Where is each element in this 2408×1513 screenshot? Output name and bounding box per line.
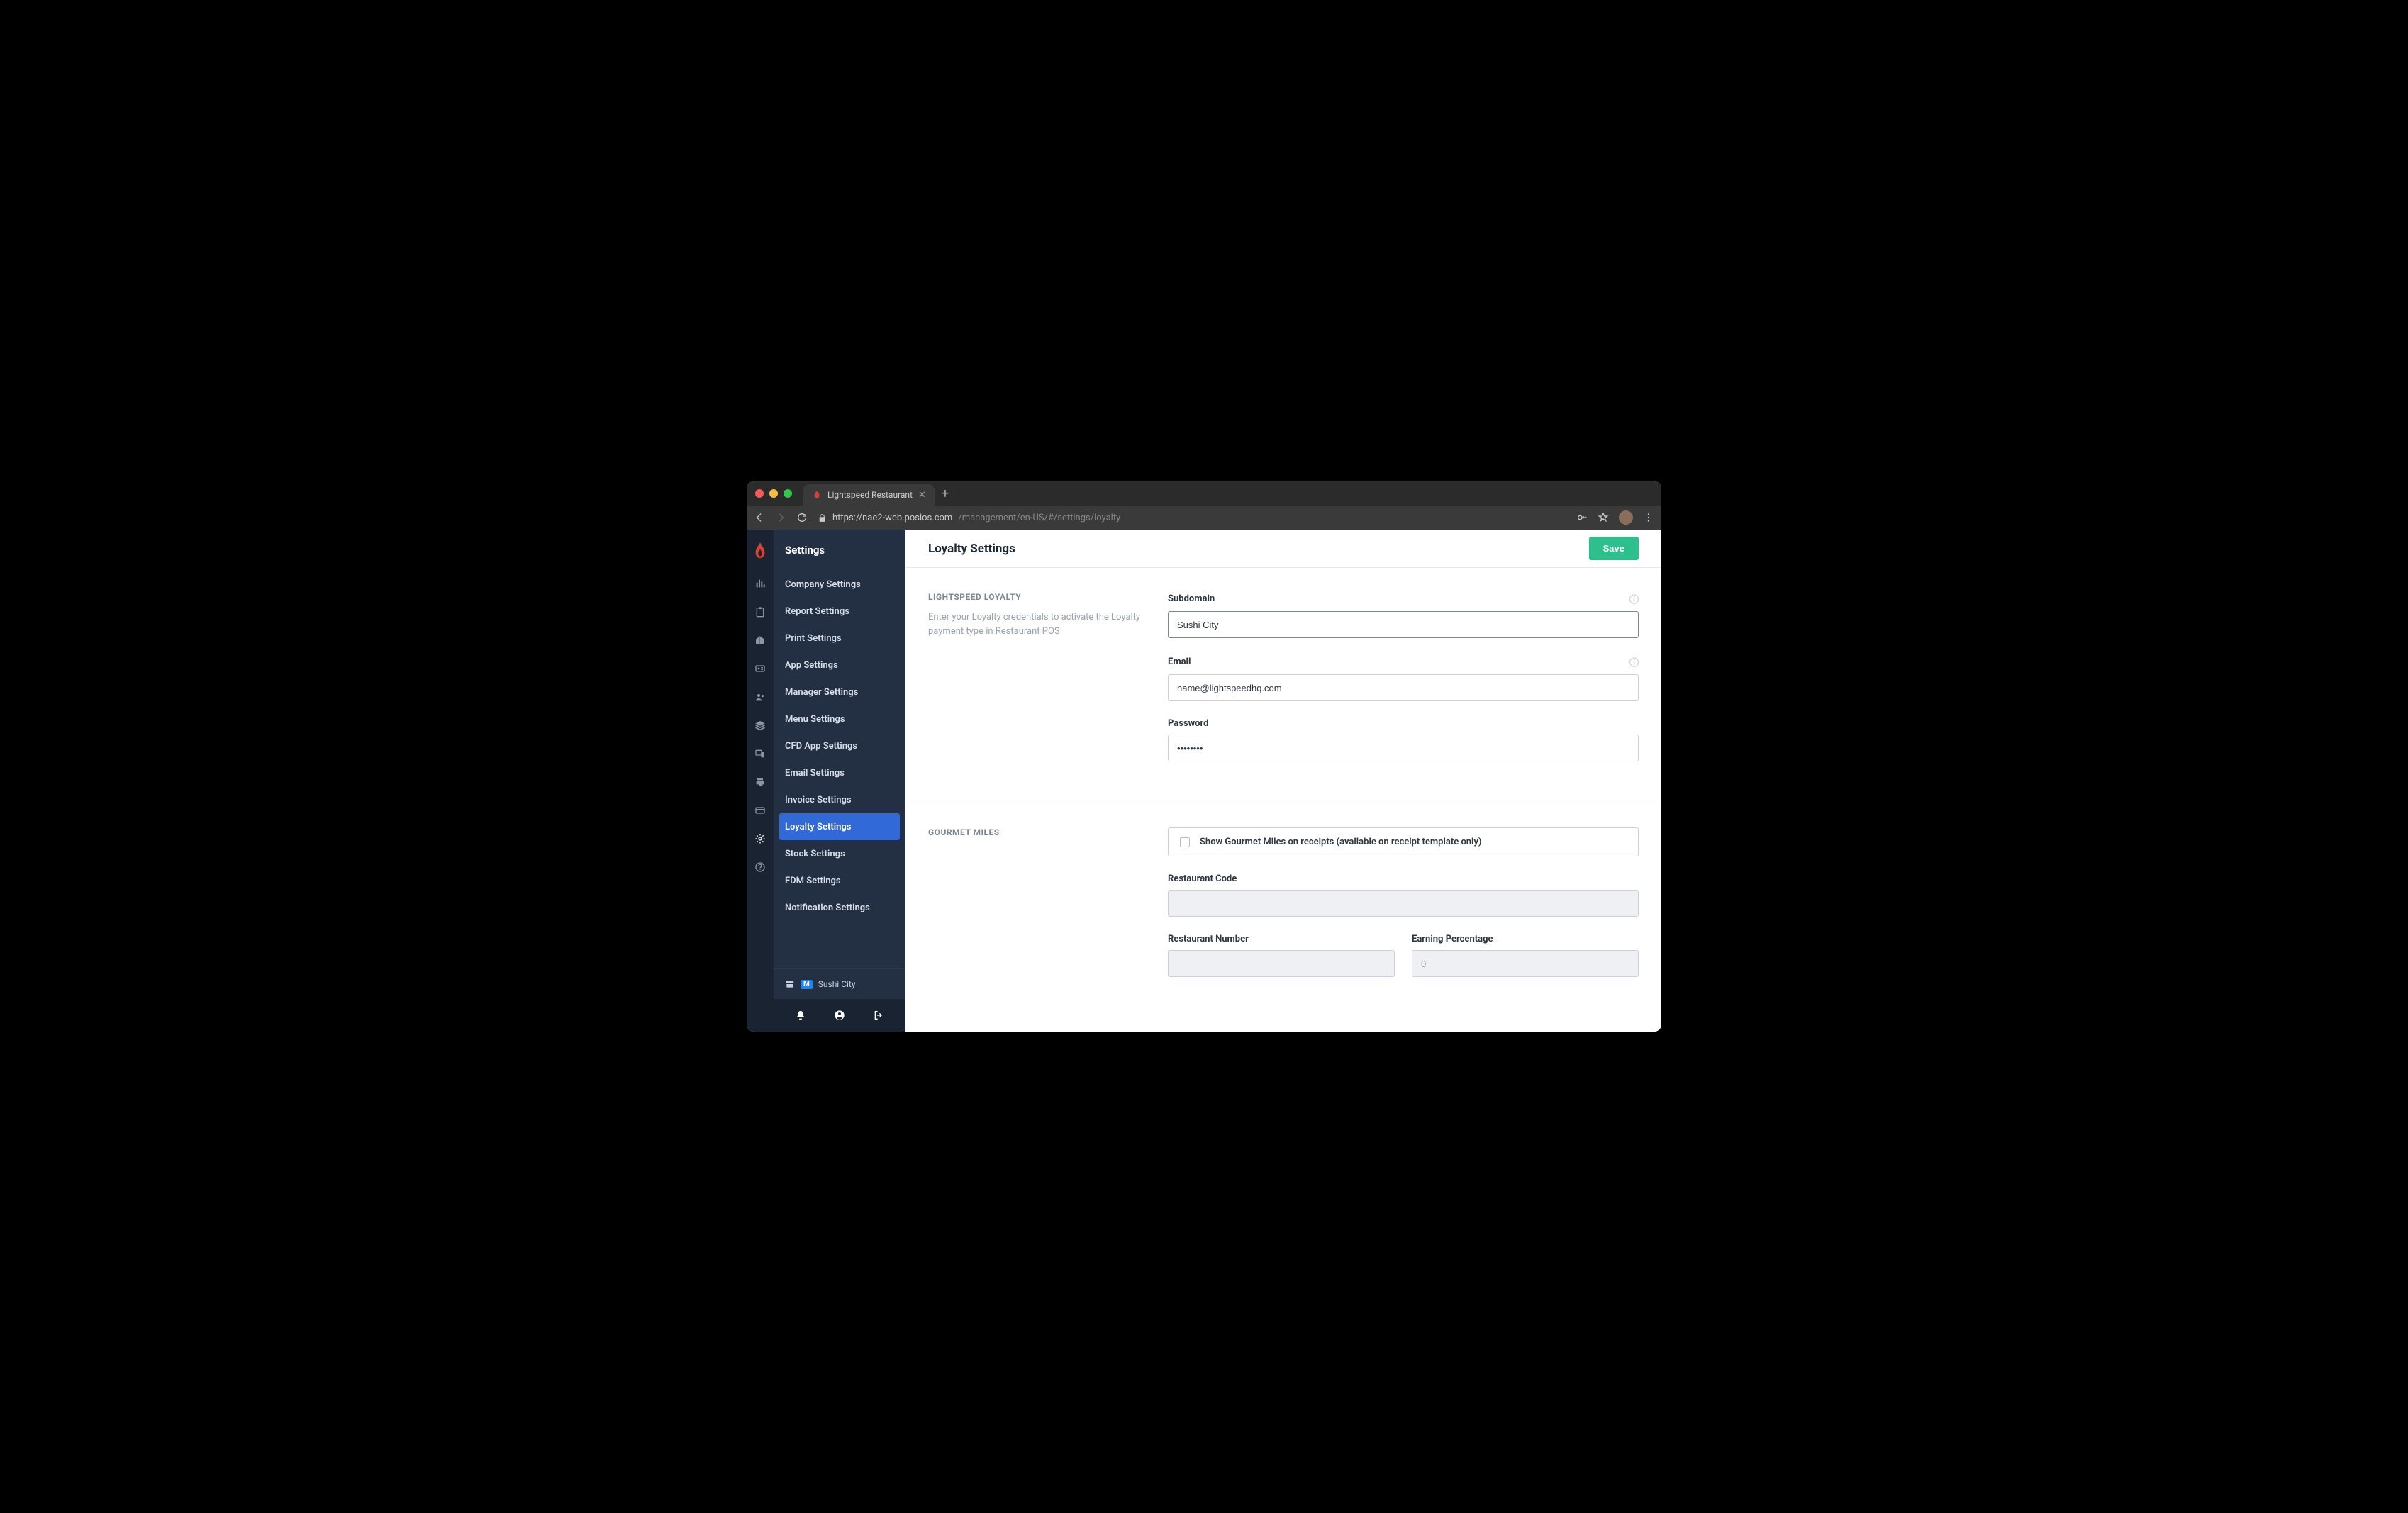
sidebar-item-print[interactable]: Print Settings bbox=[774, 625, 905, 652]
browser-tab[interactable]: Lightspeed Restaurant ✕ bbox=[803, 484, 935, 506]
email-label: Email bbox=[1168, 657, 1191, 667]
help-icon[interactable] bbox=[754, 861, 766, 873]
profile-avatar[interactable] bbox=[1619, 510, 1633, 525]
building-icon[interactable] bbox=[754, 635, 766, 646]
page-header: Loyalty Settings Save bbox=[905, 530, 1661, 568]
store-badge: M bbox=[801, 980, 813, 989]
traffic-lights bbox=[755, 489, 792, 498]
sidebar-item-stock[interactable]: Stock Settings bbox=[774, 840, 905, 867]
gourmet-section-title: GOURMET MILES bbox=[928, 827, 1148, 837]
bottom-bar bbox=[774, 999, 905, 1032]
restaurant-number-label: Restaurant Number bbox=[1168, 934, 1249, 944]
earning-percent-input bbox=[1412, 950, 1639, 977]
page-title: Loyalty Settings bbox=[928, 542, 1015, 556]
clipboard-icon[interactable] bbox=[754, 606, 766, 618]
restaurant-number-input bbox=[1168, 950, 1395, 977]
sidebar-item-menu[interactable]: Menu Settings bbox=[774, 705, 905, 732]
sidebar-item-report[interactable]: Report Settings bbox=[774, 598, 905, 625]
url-path: /management/en-US/#/settings/loyalty bbox=[958, 513, 1120, 523]
earning-percent-label: Earning Percentage bbox=[1412, 934, 1493, 944]
sidebar-item-cfd[interactable]: CFD App Settings bbox=[774, 732, 905, 759]
icon-rail bbox=[747, 530, 774, 1032]
subdomain-label: Subdomain bbox=[1168, 593, 1215, 604]
checkbox-icon[interactable] bbox=[1180, 837, 1190, 847]
password-label: Password bbox=[1168, 718, 1208, 729]
new-tab-button[interactable]: + bbox=[942, 486, 949, 501]
loyalty-section-title: LIGHTSPEED LOYALTY bbox=[928, 592, 1148, 602]
url-bar[interactable]: https://nae2-web.posios.com/management/e… bbox=[818, 513, 1566, 523]
users-icon[interactable] bbox=[754, 691, 766, 703]
window-minimize-button[interactable] bbox=[769, 489, 778, 498]
flame-icon bbox=[812, 490, 822, 500]
layers-icon[interactable] bbox=[754, 720, 766, 731]
sidebar-item-company[interactable]: Company Settings bbox=[774, 571, 905, 598]
password-input[interactable] bbox=[1168, 735, 1639, 761]
restaurant-code-input bbox=[1168, 890, 1639, 917]
address-bar: https://nae2-web.posios.com/management/e… bbox=[747, 506, 1661, 530]
store-name: Sushi City bbox=[818, 979, 856, 989]
devices-icon[interactable] bbox=[754, 748, 766, 759]
user-icon[interactable] bbox=[834, 1010, 845, 1021]
sidebar-items: Company Settings Report Settings Print S… bbox=[774, 571, 905, 968]
gear-icon[interactable] bbox=[754, 833, 766, 844]
bookmark-star-icon[interactable] bbox=[1598, 512, 1609, 523]
store-selector[interactable]: M Sushi City bbox=[774, 968, 905, 999]
id-card-icon[interactable] bbox=[754, 663, 766, 674]
settings-sidebar: Settings Company Settings Report Setting… bbox=[774, 530, 905, 1032]
sidebar-item-fdm[interactable]: FDM Settings bbox=[774, 867, 905, 894]
forward-button[interactable] bbox=[775, 512, 786, 523]
browser-tab-bar: Lightspeed Restaurant ✕ + bbox=[747, 481, 1661, 506]
loyalty-section: LIGHTSPEED LOYALTY Enter your Loyalty cr… bbox=[905, 568, 1661, 803]
lock-icon bbox=[818, 513, 827, 523]
bell-icon[interactable] bbox=[795, 1010, 806, 1021]
logo-flame-icon[interactable] bbox=[752, 542, 768, 561]
restaurant-code-label: Restaurant Code bbox=[1168, 873, 1237, 884]
gourmet-section: GOURMET MILES Show Gourmet Miles on rece… bbox=[905, 803, 1661, 1001]
tab-title: Lightspeed Restaurant bbox=[827, 490, 913, 500]
printer-icon[interactable] bbox=[754, 776, 766, 788]
sidebar-title: Settings bbox=[774, 530, 905, 571]
tab-close-button[interactable]: ✕ bbox=[918, 490, 926, 501]
card-icon[interactable] bbox=[754, 805, 766, 816]
kebab-menu-icon[interactable] bbox=[1643, 512, 1654, 523]
window-fullscreen-button[interactable] bbox=[784, 489, 792, 498]
email-input[interactable] bbox=[1168, 674, 1639, 701]
sidebar-item-manager[interactable]: Manager Settings bbox=[774, 679, 905, 705]
browser-window: Lightspeed Restaurant ✕ + https://nae2-w… bbox=[747, 481, 1661, 1032]
logout-icon[interactable] bbox=[873, 1010, 884, 1021]
sidebar-item-app[interactable]: App Settings bbox=[774, 652, 905, 679]
save-button[interactable]: Save bbox=[1589, 537, 1639, 560]
subdomain-input[interactable] bbox=[1168, 611, 1639, 638]
gourmet-checkbox-label: Show Gourmet Miles on receipts (availabl… bbox=[1200, 837, 1481, 847]
sidebar-item-invoice[interactable]: Invoice Settings bbox=[774, 786, 905, 813]
loyalty-section-desc: Enter your Loyalty credentials to activa… bbox=[928, 610, 1148, 638]
gourmet-checkbox-row[interactable]: Show Gourmet Miles on receipts (availabl… bbox=[1168, 827, 1639, 856]
dashboard-icon[interactable] bbox=[754, 578, 766, 589]
sidebar-item-email[interactable]: Email Settings bbox=[774, 759, 905, 786]
info-icon[interactable]: ⓘ bbox=[1629, 592, 1639, 605]
url-host: https://nae2-web.posios.com bbox=[832, 513, 952, 523]
key-icon[interactable] bbox=[1576, 512, 1588, 523]
back-button[interactable] bbox=[754, 512, 765, 523]
store-icon bbox=[785, 979, 795, 989]
content-area: Loyalty Settings Save LIGHTSPEED LOYALTY… bbox=[905, 530, 1661, 1032]
window-close-button[interactable] bbox=[755, 489, 764, 498]
reload-button[interactable] bbox=[796, 512, 808, 523]
sidebar-item-loyalty[interactable]: Loyalty Settings bbox=[779, 813, 900, 840]
sidebar-item-notification[interactable]: Notification Settings bbox=[774, 894, 905, 921]
info-icon[interactable]: ⓘ bbox=[1629, 655, 1639, 669]
